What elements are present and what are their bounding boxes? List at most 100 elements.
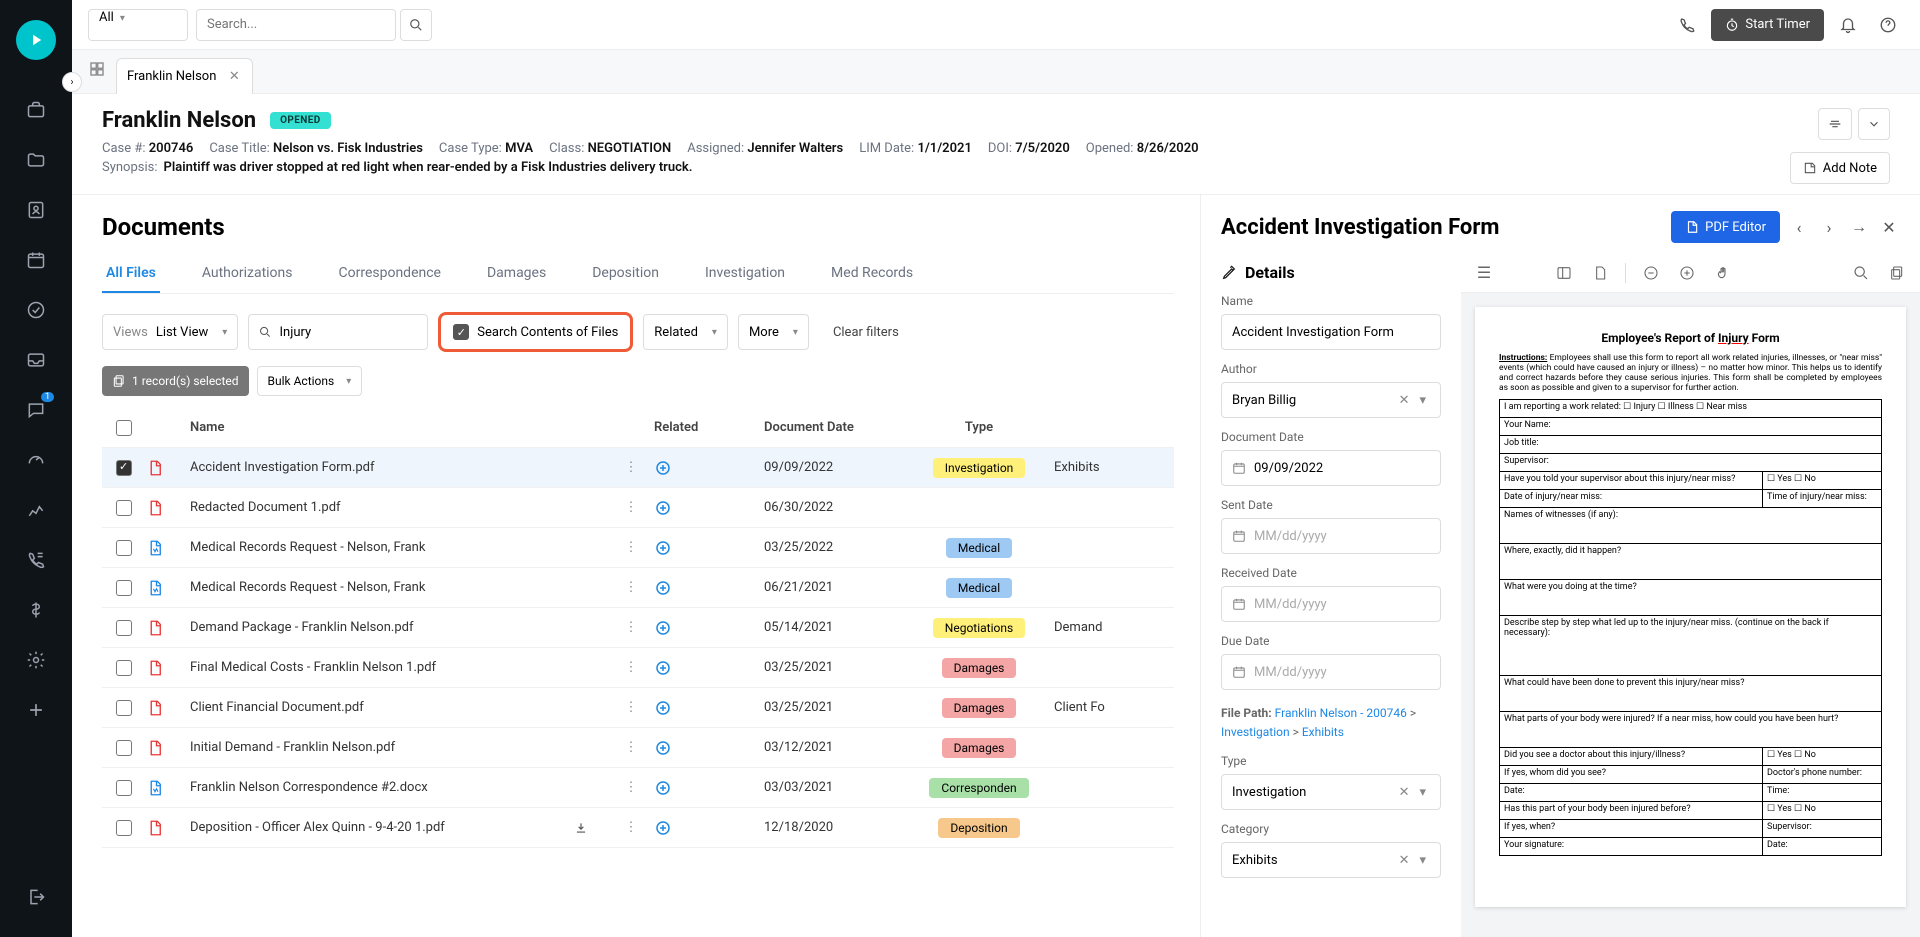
nav-messages-icon[interactable]: 1 [16,390,56,430]
row-checkbox[interactable] [116,700,132,716]
row-menu[interactable]: ⋮ [608,660,654,675]
row-related[interactable] [654,499,764,517]
recv-input[interactable]: MM/dd/yyyy [1221,586,1441,622]
inspector-close[interactable]: ✕ [1878,216,1900,238]
tab-close-icon[interactable]: ✕ [226,68,242,84]
nav-add-icon[interactable] [16,690,56,730]
pv-hand-icon[interactable] [1712,262,1734,284]
table-row[interactable]: Redacted Document 1.pdf⋮06/30/2022 [102,488,1174,528]
category-select[interactable]: Exhibits ✕ ▾ [1221,842,1441,878]
row-checkbox[interactable] [116,540,132,556]
row-menu[interactable]: ⋮ [608,580,654,595]
author-clear[interactable]: ✕ [1393,393,1416,408]
search-contents-toggle[interactable]: ✓ Search Contents of Files [438,312,633,352]
row-related[interactable] [654,539,764,557]
row-checkbox[interactable] [116,500,132,516]
inspector-forward[interactable]: → [1848,216,1870,238]
phone-icon[interactable] [1671,9,1703,41]
pv-zoom-out-icon[interactable] [1640,262,1662,284]
row-menu[interactable]: ⋮ [608,740,654,755]
table-row[interactable]: Deposition - Officer Alex Quinn - 9-4-20… [102,808,1174,848]
doc-search-input[interactable] [280,325,418,340]
row-related[interactable] [654,819,764,837]
nav-logout-icon[interactable] [16,877,56,917]
app-grid-icon[interactable] [88,60,112,84]
author-select[interactable]: Bryan Billig ✕ ▾ [1221,382,1441,418]
table-row[interactable]: Final Medical Costs - Franklin Nelson 1.… [102,648,1174,688]
doc-tab-investigation[interactable]: Investigation [701,255,789,293]
start-timer-button[interactable]: Start Timer [1711,9,1824,41]
bell-icon[interactable] [1832,9,1864,41]
inspector-next[interactable]: › [1818,216,1840,238]
nav-analytics-icon[interactable] [16,490,56,530]
file-path-link-2[interactable]: Exhibits [1302,725,1344,739]
docdate-input[interactable]: 09/09/2022 [1221,450,1441,486]
global-search-button[interactable] [400,9,432,41]
row-related[interactable] [654,619,764,637]
name-input[interactable] [1221,314,1441,350]
doc-tab-damages[interactable]: Damages [483,255,550,293]
add-note-button[interactable]: Add Note [1790,152,1890,184]
nav-speed-icon[interactable] [16,440,56,480]
row-menu[interactable]: ⋮ [608,540,654,555]
pv-popout-icon[interactable] [1886,262,1908,284]
row-download[interactable] [574,821,608,835]
nav-calendar-icon[interactable] [16,240,56,280]
nav-contacts-icon[interactable] [16,190,56,230]
row-related[interactable] [654,659,764,677]
doc-tab-correspondence[interactable]: Correspondence [335,255,445,293]
row-menu[interactable]: ⋮ [608,820,654,835]
nav-settings-icon[interactable] [16,640,56,680]
global-search-input[interactable] [196,9,396,41]
pdf-editor-button[interactable]: PDF Editor [1671,211,1780,243]
row-menu[interactable]: ⋮ [608,700,654,715]
app-logo[interactable] [16,20,56,60]
sent-input[interactable]: MM/dd/yyyy [1221,518,1441,554]
type-clear[interactable]: ✕ [1393,785,1416,800]
row-checkbox[interactable] [116,460,132,476]
select-all-checkbox[interactable] [116,420,132,436]
pv-search-icon[interactable] [1850,262,1872,284]
row-menu[interactable]: ⋮ [608,620,654,635]
scope-select[interactable]: All [88,9,188,41]
more-filter[interactable]: More [738,314,809,350]
row-menu[interactable]: ⋮ [608,500,654,515]
nav-tasks-icon[interactable] [16,290,56,330]
type-select[interactable]: Investigation ✕ ▾ [1221,774,1441,810]
pv-menu-icon[interactable]: ☰ [1473,262,1495,284]
nav-cases-icon[interactable] [16,90,56,130]
doc-tab-deposition[interactable]: Deposition [588,255,663,293]
views-select[interactable]: Views List View [102,314,238,350]
bulk-actions-menu[interactable]: Bulk Actions [257,366,363,396]
file-path-link-0[interactable]: Franklin Nelson - 200746 [1275,706,1407,720]
table-row[interactable]: Franklin Nelson Correspondence #2.docx⋮0… [102,768,1174,808]
table-row[interactable]: Demand Package - Franklin Nelson.pdf⋮05/… [102,608,1174,648]
due-input[interactable]: MM/dd/yyyy [1221,654,1441,690]
doc-tab-all-files[interactable]: All Files [102,255,160,293]
table-row[interactable]: Medical Records Request - Nelson, Frank⋮… [102,568,1174,608]
tab-franklin-nelson[interactable]: Franklin Nelson ✕ [116,58,253,94]
row-checkbox[interactable] [116,660,132,676]
doc-tab-authorizations[interactable]: Authorizations [198,255,297,293]
pv-sidebar-icon[interactable] [1553,262,1575,284]
category-clear[interactable]: ✕ [1393,853,1416,868]
help-icon[interactable] [1872,9,1904,41]
row-checkbox[interactable] [116,740,132,756]
header-expand-button[interactable] [1858,108,1890,140]
row-checkbox[interactable] [116,580,132,596]
nav-phone-list-icon[interactable] [16,540,56,580]
nav-inbox-icon[interactable] [16,340,56,380]
row-related[interactable] [654,579,764,597]
pv-page-icon[interactable] [1589,262,1611,284]
table-row[interactable]: Initial Demand - Franklin Nelson.pdf⋮03/… [102,728,1174,768]
row-checkbox[interactable] [116,820,132,836]
pv-zoom-in-icon[interactable] [1676,262,1698,284]
file-path-link-1[interactable]: Investigation [1221,725,1290,739]
row-checkbox[interactable] [116,620,132,636]
related-filter[interactable]: Related [643,314,728,350]
header-settings-button[interactable] [1818,108,1852,140]
clear-filters[interactable]: Clear filters [819,317,913,348]
row-related[interactable] [654,779,764,797]
row-related[interactable] [654,459,764,477]
inspector-prev[interactable]: ‹ [1788,216,1810,238]
